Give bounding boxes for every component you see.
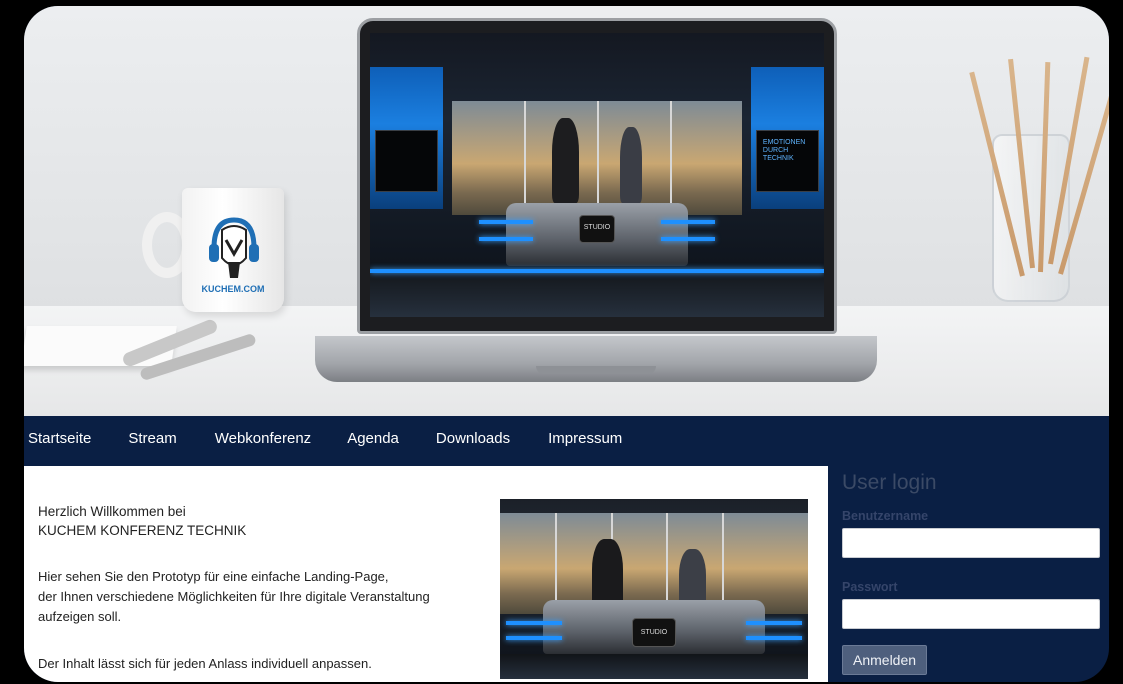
studio-logo-icon: STUDIO xyxy=(632,617,676,647)
user-login-block: User login Benutzername Passwort Anmelde… xyxy=(842,466,1104,682)
login-title: User login xyxy=(842,471,937,494)
intro-line: der Ihnen verschiedene Möglichkeiten für… xyxy=(38,589,430,604)
nav-item-downloads[interactable]: Downloads xyxy=(436,430,510,447)
laptop-notch xyxy=(536,366,656,374)
mug-brand-text: KUCHEM.COM xyxy=(201,284,265,294)
main-navigation: Startseite Stream Webkonferenz Agenda Do… xyxy=(24,416,1109,460)
username-input[interactable] xyxy=(842,528,1100,558)
nav-item-stream[interactable]: Stream xyxy=(128,430,176,447)
page-frame: KUCHEM.COM EMOTIONEN DURCH TECHNIK STUDI… xyxy=(24,6,1109,682)
intro-line: aufzeigen soll. xyxy=(38,609,122,624)
welcome-line: Herzlich Willkommen bei xyxy=(38,504,186,519)
nav-item-agenda[interactable]: Agenda xyxy=(347,430,399,447)
mug: KUCHEM.COM xyxy=(182,188,284,312)
studio-monitor-left xyxy=(374,129,439,193)
laptop: EMOTIONEN DURCH TECHNIK STUDIO xyxy=(357,18,837,334)
intro-paragraph-2: Der Inhalt lässt sich für jeden Anlass i… xyxy=(38,656,372,671)
presenter-male xyxy=(551,118,579,204)
laptop-screen-studio: EMOTIONEN DURCH TECHNIK STUDIO xyxy=(370,33,824,317)
main-content: Herzlich Willkommen bei KUCHEM KONFERENZ… xyxy=(24,466,828,682)
nav-item-webkonferenz[interactable]: Webkonferenz xyxy=(215,430,311,447)
intro-line: Hier sehen Sie den Prototyp für eine ein… xyxy=(38,569,389,584)
headphones-logo-icon xyxy=(209,217,259,278)
nav-item-impressum[interactable]: Impressum xyxy=(548,430,622,447)
nav-item-startseite[interactable]: Startseite xyxy=(28,430,91,447)
welcome-text: Herzlich Willkommen bei KUCHEM KONFERENZ… xyxy=(38,502,246,540)
intro-paragraph: Hier sehen Sie den Prototyp für eine ein… xyxy=(38,567,488,627)
hero-image: KUCHEM.COM EMOTIONEN DURCH TECHNIK STUDI… xyxy=(24,6,1109,416)
monitor-slogan-text: EMOTIONEN DURCH TECHNIK xyxy=(762,138,806,162)
laptop-keyboard-base xyxy=(315,336,877,382)
password-label: Passwort xyxy=(842,580,898,594)
welcome-company-name: KUCHEM KONFERENZ TECHNIK xyxy=(38,523,247,538)
password-input[interactable] xyxy=(842,599,1100,629)
login-submit-button[interactable]: Anmelden xyxy=(842,645,928,675)
studio-photo: STUDIO xyxy=(500,499,808,679)
presenter-female xyxy=(619,126,643,204)
studio-monitor-right: EMOTIONEN DURCH TECHNIK xyxy=(755,129,820,193)
studio-logo-icon: STUDIO xyxy=(578,214,616,244)
username-label: Benutzername xyxy=(842,509,929,523)
